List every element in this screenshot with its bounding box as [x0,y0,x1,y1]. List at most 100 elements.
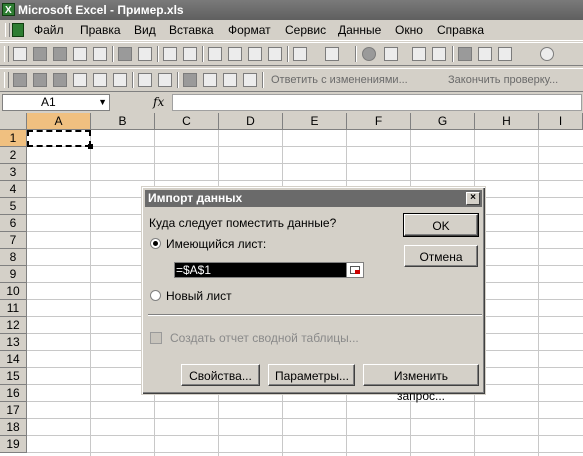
name-box-value: A1 [41,95,56,109]
row-header[interactable]: 4 [0,181,27,198]
cancel-button[interactable]: Отмена [404,245,478,267]
active-cell-a1[interactable] [27,130,91,147]
email-icon[interactable] [93,47,107,61]
row-header[interactable]: 2 [0,147,27,164]
row-header[interactable]: 11 [0,300,27,317]
redo-icon[interactable] [325,47,339,61]
track-changes-icon[interactable] [183,73,197,87]
row-header[interactable]: 8 [0,249,27,266]
column-header[interactable]: D [219,113,283,130]
edit-query-button[interactable]: Изменить запрос... [363,364,479,403]
print-preview-icon[interactable] [138,47,152,61]
spelling-icon[interactable] [163,47,177,61]
paste-icon[interactable] [248,47,262,61]
toolbar-grip[interactable] [4,72,9,88]
workbook-icon[interactable] [12,23,24,37]
row-header[interactable]: 3 [0,164,27,181]
row-header[interactable]: 9 [0,266,27,283]
zoom-icon[interactable] [498,47,512,61]
function-icon[interactable]: fx [153,95,164,109]
chevron-down-icon[interactable]: ▼ [98,95,107,110]
show-ink-icon[interactable] [158,73,172,87]
row-header[interactable]: 16 [0,385,27,402]
new-icon[interactable] [13,47,27,61]
menu-insert[interactable]: Вставка [169,23,214,37]
column-header[interactable]: G [411,113,475,130]
copy-icon[interactable] [228,47,242,61]
row-header[interactable]: 15 [0,368,27,385]
edit-comment-icon[interactable] [53,73,67,87]
column-header[interactable]: B [91,113,155,130]
row-header[interactable]: 7 [0,232,27,249]
research-icon[interactable] [183,47,197,61]
parameters-button[interactable]: Параметры... [268,364,355,386]
chart-wizard-icon[interactable] [458,47,472,61]
menubar-grip[interactable] [5,23,10,37]
reject-icon[interactable] [223,73,237,87]
menu-window[interactable]: Окно [395,23,423,37]
row-header[interactable]: 13 [0,334,27,351]
show-comments-icon[interactable] [138,73,152,87]
column-header[interactable]: I [539,113,583,130]
ok-button[interactable]: OK [403,213,479,237]
existing-sheet-label[interactable]: Имеющийся лист: [166,237,266,251]
permission-icon[interactable] [73,47,87,61]
row-header[interactable]: 17 [0,402,27,419]
row-header[interactable]: 18 [0,419,27,436]
undo-icon[interactable] [293,47,307,61]
prev-comment-icon[interactable] [73,73,87,87]
cell-reference-input[interactable]: =$A$1 [174,262,364,278]
hyperlink-icon[interactable] [362,47,376,61]
delete-comment-icon[interactable] [113,73,127,87]
menu-view[interactable]: Вид [134,23,156,37]
column-header[interactable]: E [283,113,347,130]
column-header[interactable]: H [475,113,539,130]
fill-handle[interactable] [88,144,93,149]
close-icon[interactable]: × [466,192,480,205]
compare-icon[interactable] [13,73,27,87]
reply-with-changes-button[interactable]: Ответить с изменениями... [271,74,408,86]
drawing-icon[interactable] [478,47,492,61]
autosum-icon[interactable] [384,47,398,61]
reviewing-toolbar: Ответить с изменениями... Закончить пров… [0,68,583,92]
row-header[interactable]: 1 [0,130,27,147]
format-painter-icon[interactable] [268,47,282,61]
row-header[interactable]: 10 [0,283,27,300]
open-icon[interactable] [33,47,47,61]
menu-format[interactable]: Формат [228,23,271,37]
row-header[interactable]: 5 [0,198,27,215]
row-header[interactable]: 12 [0,317,27,334]
properties-button[interactable]: Свойства... [181,364,260,386]
sort-descending-icon[interactable] [432,47,446,61]
accept-icon[interactable] [203,73,217,87]
collapse-dialog-icon[interactable] [346,263,363,277]
menu-help[interactable]: Справка [437,23,484,37]
next-comment-icon[interactable] [93,73,107,87]
row-header[interactable]: 6 [0,215,27,232]
existing-sheet-radio[interactable] [150,238,161,249]
help-icon[interactable] [540,47,554,61]
menu-tools[interactable]: Сервис [285,23,326,37]
column-header[interactable]: C [155,113,219,130]
mail-icon[interactable] [243,73,257,87]
end-review-button[interactable]: Закончить проверку... [448,74,558,86]
row-header[interactable]: 19 [0,436,27,453]
row-header[interactable]: 14 [0,351,27,368]
select-all-corner[interactable] [0,113,27,130]
column-header[interactable]: F [347,113,411,130]
menu-data[interactable]: Данные [338,23,381,37]
sort-ascending-icon[interactable] [412,47,426,61]
save-icon[interactable] [53,47,67,61]
new-sheet-radio[interactable] [150,290,161,301]
column-header[interactable]: A [27,113,91,130]
comment-icon[interactable] [33,73,47,87]
formula-input[interactable] [172,94,582,111]
new-sheet-label[interactable]: Новый лист [166,289,232,303]
cut-icon[interactable] [208,47,222,61]
excel-app-icon[interactable] [2,1,15,21]
print-icon[interactable] [118,47,132,61]
menu-edit[interactable]: Правка [80,23,121,37]
menu-file[interactable]: Файл [34,23,64,37]
name-box[interactable]: A1 ▼ [2,94,110,111]
toolbar-grip[interactable] [4,46,9,62]
